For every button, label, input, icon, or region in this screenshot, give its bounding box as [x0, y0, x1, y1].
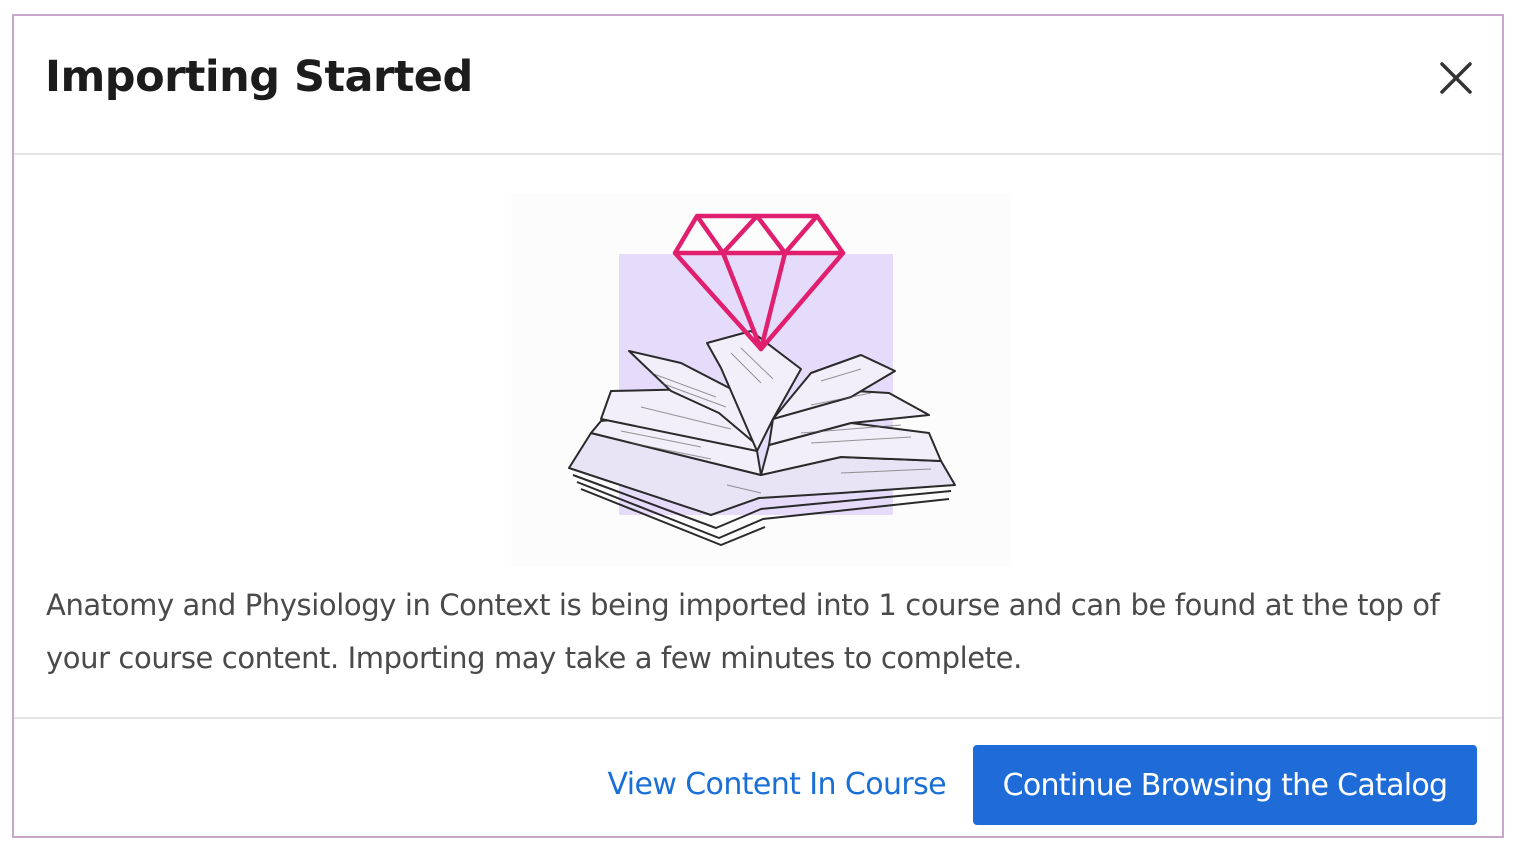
open-book-with-diamond-illustration: [511, 193, 1011, 567]
dialog-body: Anatomy and Physiology in Context is bei…: [14, 155, 1502, 717]
continue-browsing-catalog-button[interactable]: Continue Browsing the Catalog: [973, 745, 1477, 825]
dialog-footer: View Content In Course Continue Browsing…: [14, 717, 1502, 840]
import-status-message: Anatomy and Physiology in Context is bei…: [46, 588, 1440, 675]
view-content-in-course-button[interactable]: View Content In Course: [607, 767, 946, 802]
close-icon: [1440, 62, 1472, 94]
import-dialog: Importing Started Anatomy and Physiology…: [12, 14, 1504, 838]
dialog-header: Importing Started: [14, 16, 1502, 155]
dialog-title: Importing Started: [45, 52, 473, 102]
close-button[interactable]: [1438, 60, 1474, 96]
